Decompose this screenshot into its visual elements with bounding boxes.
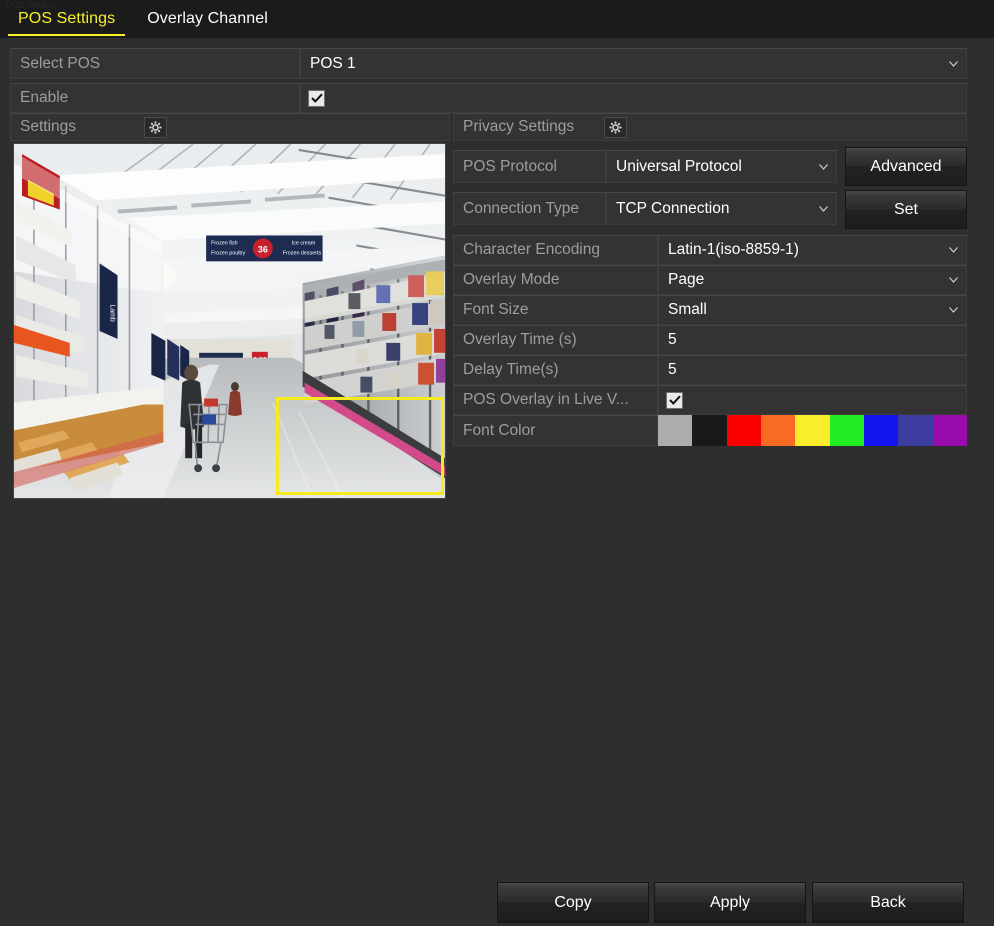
enable-label: Enable: [20, 89, 69, 106]
pos-protocol-dropdown[interactable]: Universal Protocol: [606, 150, 837, 183]
camera-preview[interactable]: 36 Frozen fish Frozen poultry Ice cream …: [13, 143, 446, 499]
chevron-down-icon: [949, 247, 958, 253]
advanced-button[interactable]: Advanced: [845, 147, 967, 186]
font-color-swatch-gray[interactable]: [658, 415, 693, 446]
enable-checkbox[interactable]: [308, 89, 325, 107]
font-color-swatch-red[interactable]: [726, 415, 761, 446]
pos-protocol-label: POS Protocol: [463, 157, 557, 175]
privacy-mask-rectangle[interactable]: [276, 397, 444, 495]
gear-icon[interactable]: [604, 116, 627, 138]
svg-text:Lamb: Lamb: [109, 304, 116, 322]
tab-overlay-channel-label: Overlay Channel: [147, 10, 268, 27]
set-button-label: Set: [893, 200, 918, 218]
font-color-swatches[interactable]: [658, 415, 967, 446]
privacy-settings-row: Privacy Settings: [453, 113, 967, 141]
setting-row-label: Delay Time(s): [463, 361, 559, 378]
setting-row-dropdown[interactable]: Small: [658, 295, 967, 325]
font-color-swatch-blue[interactable]: [863, 415, 899, 446]
apply-button-label: Apply: [709, 893, 751, 911]
font-color-swatch-yellow[interactable]: [795, 415, 830, 446]
setting-row-value: Small: [668, 301, 707, 318]
enable-value-cell[interactable]: [300, 83, 967, 113]
settings-row: Settings: [10, 113, 450, 141]
select-pos-label-cell: Select POS: [10, 48, 300, 79]
svg-text:Frozen poultry: Frozen poultry: [211, 250, 246, 256]
connection-type-label-cell: Connection Type: [453, 192, 606, 225]
setting-row-dropdown[interactable]: Page: [658, 265, 967, 295]
setting-row-label-cell: Font Size: [453, 295, 658, 325]
copy-button-label: Copy: [554, 893, 592, 911]
chevron-down-icon: [949, 307, 958, 313]
setting-row-value: 5: [668, 361, 677, 378]
setting-row-value: Latin-1(iso-8859-1): [668, 241, 799, 258]
setting-row-label-cell: Delay Time(s): [453, 355, 658, 385]
tab-bar: POS Setting POS Settings Overlay Channel: [0, 0, 994, 38]
svg-text:Frozen fish: Frozen fish: [211, 240, 238, 246]
pos-settings-window: POS Setting POS Settings Overlay Channel…: [0, 0, 994, 926]
font-color-label: Font Color: [463, 421, 536, 439]
setting-row-label: Overlay Mode: [463, 271, 560, 288]
pos-overlay-live-view-checkbox[interactable]: [666, 391, 683, 409]
setting-row-label-cell: Overlay Time (s): [453, 325, 658, 355]
connection-type-value: TCP Connection: [616, 199, 730, 217]
font-color-label-cell: Font Color: [453, 415, 658, 446]
pos-protocol-label-cell: POS Protocol: [453, 150, 606, 183]
setting-row-label-cell: Character Encoding: [453, 235, 658, 265]
setting-row-checkbox-cell[interactable]: [658, 385, 967, 415]
apply-button[interactable]: Apply: [654, 882, 806, 923]
svg-text:Ice cream: Ice cream: [292, 240, 316, 246]
tab-pos-settings-label: POS Settings: [18, 10, 116, 27]
chevron-down-icon: [819, 163, 828, 170]
setting-row-label: POS Overlay in Live V...: [463, 391, 629, 408]
svg-text:36: 36: [258, 244, 268, 254]
tab-overlay-channel[interactable]: Overlay Channel: [137, 1, 278, 37]
settings-label: Settings: [20, 118, 77, 135]
advanced-button-label: Advanced: [870, 157, 942, 175]
font-color-swatch-green[interactable]: [829, 415, 864, 446]
chevron-down-icon: [949, 60, 958, 67]
connection-type-label: Connection Type: [463, 199, 580, 217]
connection-type-dropdown[interactable]: TCP Connection: [606, 192, 837, 225]
font-color-swatch-indigo[interactable]: [898, 415, 933, 446]
font-color-swatch-orange[interactable]: [760, 415, 796, 446]
select-pos-value: POS 1: [310, 54, 356, 72]
set-button[interactable]: Set: [845, 190, 967, 229]
setting-row-dropdown[interactable]: Latin-1(iso-8859-1): [658, 235, 967, 265]
svg-text:Frozen desserts: Frozen desserts: [283, 250, 322, 256]
chevron-down-icon: [819, 205, 828, 212]
back-button-label: Back: [870, 893, 906, 911]
back-button[interactable]: Back: [812, 882, 964, 923]
chevron-down-icon: [949, 277, 958, 283]
tab-pos-settings[interactable]: POS Settings: [8, 1, 126, 37]
pos-protocol-value: Universal Protocol: [616, 157, 742, 175]
setting-row-label: Overlay Time (s): [463, 331, 577, 348]
setting-row-label-cell: POS Overlay in Live V...: [453, 385, 658, 415]
font-color-swatch-black[interactable]: [692, 415, 727, 446]
setting-row-value: Page: [668, 271, 705, 288]
copy-button[interactable]: Copy: [497, 882, 649, 923]
setting-row-input[interactable]: 5: [658, 325, 967, 355]
gear-icon[interactable]: [144, 116, 167, 138]
select-pos-label: Select POS: [20, 54, 101, 72]
setting-row-input[interactable]: 5: [658, 355, 967, 385]
setting-row-value: 5: [668, 331, 677, 348]
privacy-settings-label: Privacy Settings: [463, 118, 575, 135]
font-color-swatch-purple[interactable]: [932, 415, 967, 446]
setting-row-label: Font Size: [463, 301, 529, 318]
enable-label-cell: Enable: [10, 83, 300, 113]
select-pos-dropdown[interactable]: POS 1: [300, 48, 967, 79]
setting-row-label-cell: Overlay Mode: [453, 265, 658, 295]
setting-row-label: Character Encoding: [463, 241, 600, 258]
